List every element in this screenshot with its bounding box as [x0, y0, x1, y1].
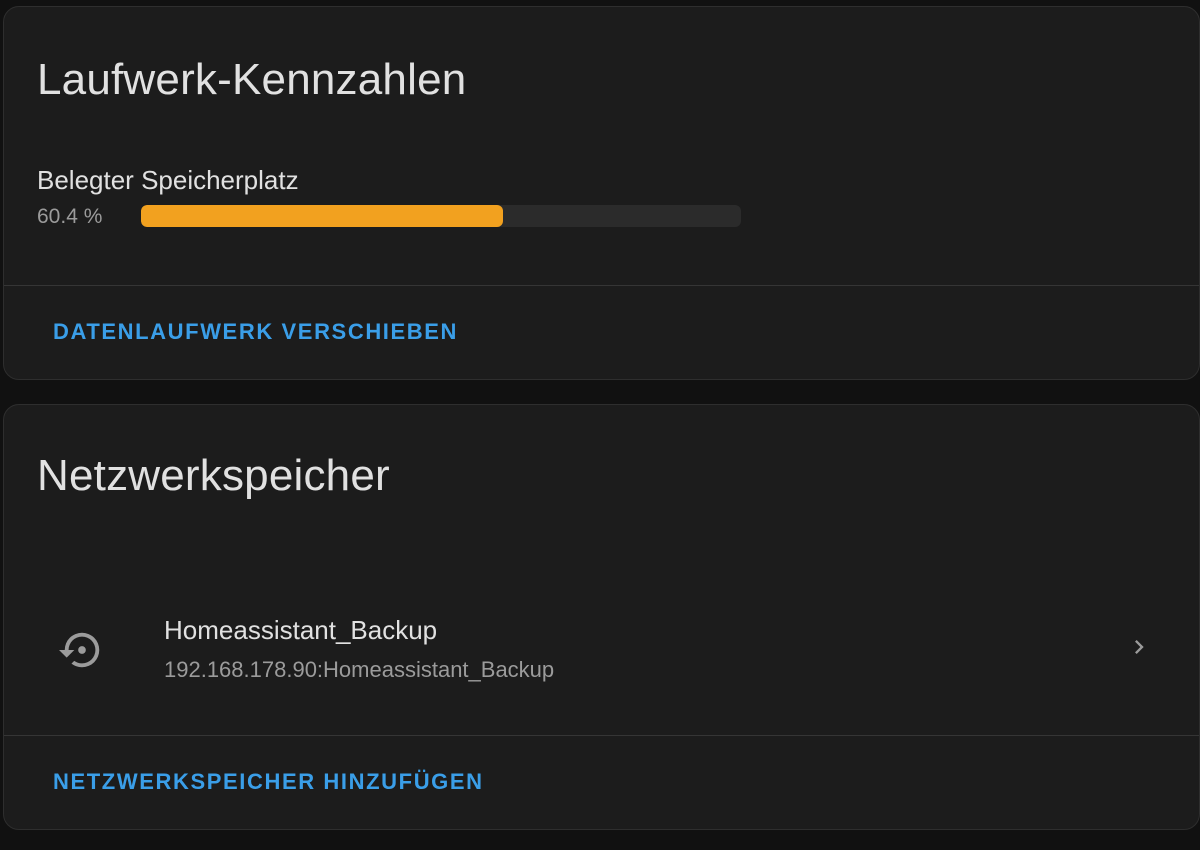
card-divider [4, 735, 1199, 736]
chevron-right-icon [1135, 640, 1144, 654]
network-storage-title: Netzwerkspeicher [37, 451, 390, 500]
used-space-progress-bar [141, 205, 741, 227]
backup-restore-icon [59, 632, 100, 668]
move-data-disk-button[interactable]: DATENLAUFWERK VERSCHIEBEN [53, 315, 458, 349]
used-space-progress-fill [141, 205, 504, 227]
used-space-label: Belegter Speicherplatz [37, 165, 299, 195]
add-network-storage-button[interactable]: NETZWERKSPEICHER HINZUFÜGEN [53, 765, 484, 799]
disk-metrics-title: Laufwerk-Kennzahlen [37, 55, 467, 104]
used-space-value: 60.4 % [37, 205, 103, 228]
mount-path: 192.168.178.90:Homeassistant_Backup [164, 657, 555, 682]
disk-metrics-card: Laufwerk-Kennzahlen Belegter Speicherpla… [3, 6, 1200, 380]
mount-name: Homeassistant_Backup [164, 615, 438, 645]
network-mount-item[interactable]: Homeassistant_Backup 192.168.178.90:Home… [4, 595, 1199, 701]
network-storage-card: Netzwerkspeicher Homeassistant_Backup 19… [3, 404, 1200, 830]
card-divider [4, 285, 1199, 286]
